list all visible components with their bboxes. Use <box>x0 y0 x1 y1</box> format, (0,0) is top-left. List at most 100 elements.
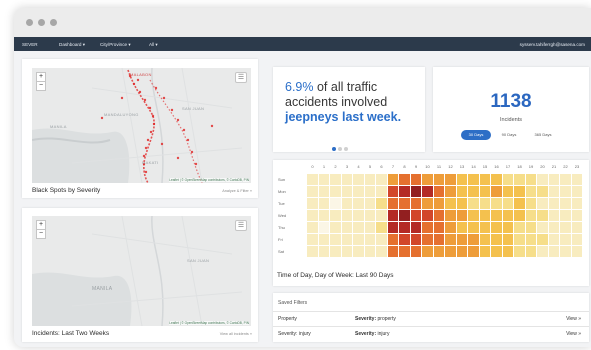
black-spot-marker[interactable] <box>190 150 194 154</box>
window-maximize-dot[interactable] <box>50 19 57 26</box>
black-spot-marker[interactable] <box>138 90 142 94</box>
zoom-in-button[interactable]: + <box>37 73 45 81</box>
heatmap-cell[interactable] <box>525 246 537 258</box>
heatmap-cell[interactable] <box>330 246 341 258</box>
heatmap-cell[interactable] <box>525 210 537 222</box>
heatmap-cell[interactable] <box>422 210 433 222</box>
heatmap-cell[interactable] <box>537 186 548 198</box>
heatmap-cell[interactable] <box>318 198 330 210</box>
black-spot-marker[interactable] <box>148 106 152 110</box>
heatmap-cell[interactable] <box>491 234 502 246</box>
heatmap-cell[interactable] <box>353 222 364 234</box>
heatmap-cell[interactable] <box>445 198 456 210</box>
zoom-out-button[interactable]: − <box>37 229 45 238</box>
heatmap-cell[interactable] <box>548 246 560 258</box>
view-all-incidents-link[interactable]: View all incidents » <box>220 332 252 336</box>
heatmap-cell[interactable] <box>330 222 341 234</box>
black-spot-marker[interactable] <box>210 124 214 128</box>
heatmap-cell[interactable] <box>353 186 364 198</box>
heatmap-cell[interactable] <box>445 246 456 258</box>
heatmap-cell[interactable] <box>364 210 376 222</box>
heatmap-cell[interactable] <box>525 222 537 234</box>
heatmap-cell[interactable] <box>514 222 525 234</box>
zoom-in-button[interactable]: + <box>37 221 45 229</box>
range-tab-30-days[interactable]: 30 Days <box>461 130 491 140</box>
heatmap-cell[interactable] <box>318 210 330 222</box>
heatmap-cell[interactable] <box>364 198 376 210</box>
heatmap-cell[interactable] <box>537 246 548 258</box>
window-minimize-dot[interactable] <box>38 19 45 26</box>
heatmap-cell[interactable] <box>491 222 502 234</box>
heatmap-cell[interactable] <box>410 174 422 186</box>
heatmap-cell[interactable] <box>353 210 364 222</box>
heatmap-cell[interactable] <box>456 174 468 186</box>
black-spots-map[interactable]: MALABON MANILA SAN JUAN MANDALUYONG MAKA… <box>32 68 251 183</box>
heatmap-cell[interactable] <box>525 186 537 198</box>
heatmap-cell[interactable] <box>353 246 364 258</box>
heatmap-cell[interactable] <box>548 174 560 186</box>
carousel-dot[interactable] <box>344 147 348 151</box>
heatmap-cell[interactable] <box>502 246 514 258</box>
black-spot-marker[interactable] <box>151 114 155 118</box>
heatmap-cell[interactable] <box>525 174 537 186</box>
heatmap-cell[interactable] <box>399 222 410 234</box>
heatmap-cell[interactable] <box>468 222 479 234</box>
heatmap-cell[interactable] <box>491 210 502 222</box>
heatmap-cell[interactable] <box>387 210 399 222</box>
carousel-dot[interactable] <box>332 147 336 151</box>
heatmap-cell[interactable] <box>399 210 410 222</box>
heatmap-cell[interactable] <box>560 210 571 222</box>
heatmap-cell[interactable] <box>456 210 468 222</box>
view-filter-link[interactable]: View » <box>566 331 581 337</box>
heatmap-cell[interactable] <box>387 198 399 210</box>
heatmap-cell[interactable] <box>353 234 364 246</box>
heatmap-cell[interactable] <box>456 222 468 234</box>
heatmap-cell[interactable] <box>525 234 537 246</box>
black-spot-marker[interactable] <box>170 108 174 112</box>
heatmap-cell[interactable] <box>307 198 318 210</box>
heatmap-cell[interactable] <box>376 174 387 186</box>
heatmap-cell[interactable] <box>330 234 341 246</box>
heatmap-cell[interactable] <box>456 246 468 258</box>
heatmap-cell[interactable] <box>376 246 387 258</box>
heatmap-cell[interactable] <box>468 246 479 258</box>
window-close-dot[interactable] <box>26 19 33 26</box>
heatmap-cell[interactable] <box>364 174 376 186</box>
heatmap-cell[interactable] <box>387 174 399 186</box>
heatmap-cell[interactable] <box>548 198 560 210</box>
heatmap-cell[interactable] <box>537 174 548 186</box>
heatmap-cell[interactable] <box>571 186 583 198</box>
heatmap-cell[interactable] <box>387 222 399 234</box>
view-filter-link[interactable]: View » <box>566 316 581 322</box>
black-spot-marker[interactable] <box>186 138 190 142</box>
heatmap-cell[interactable] <box>479 174 491 186</box>
heatmap-cell[interactable] <box>399 246 410 258</box>
heatmap-cell[interactable] <box>399 234 410 246</box>
heatmap-cell[interactable] <box>560 174 571 186</box>
heatmap-cell[interactable] <box>433 198 445 210</box>
black-spot-marker[interactable] <box>120 96 124 100</box>
heatmap-cell[interactable] <box>399 174 410 186</box>
heatmap-cell[interactable] <box>330 198 341 210</box>
heatmap-cell[interactable] <box>525 198 537 210</box>
recent-incidents-map[interactable]: MANILA SAN JUAN + − ☰ Leaflet | © OpenSt… <box>32 216 251 326</box>
heatmap-cell[interactable] <box>502 186 514 198</box>
heatmap-cell[interactable] <box>330 174 341 186</box>
heatmap-cell[interactable] <box>491 174 502 186</box>
heatmap-cell[interactable] <box>445 210 456 222</box>
heatmap-cell[interactable] <box>364 234 376 246</box>
heatmap-cell[interactable] <box>341 210 353 222</box>
heatmap-cell[interactable] <box>479 198 491 210</box>
heatmap-cell[interactable] <box>560 186 571 198</box>
heatmap-cell[interactable] <box>479 186 491 198</box>
heatmap-cell[interactable] <box>514 198 525 210</box>
heatmap-cell[interactable] <box>548 222 560 234</box>
heatmap-cell[interactable] <box>456 234 468 246</box>
black-spot-marker[interactable] <box>132 82 136 86</box>
black-spot-marker[interactable] <box>160 142 164 146</box>
heatmap-cell[interactable] <box>410 186 422 198</box>
heatmap-cell[interactable] <box>491 198 502 210</box>
heatmap-cell[interactable] <box>422 246 433 258</box>
heatmap-cell[interactable] <box>353 198 364 210</box>
heatmap-cell[interactable] <box>387 234 399 246</box>
